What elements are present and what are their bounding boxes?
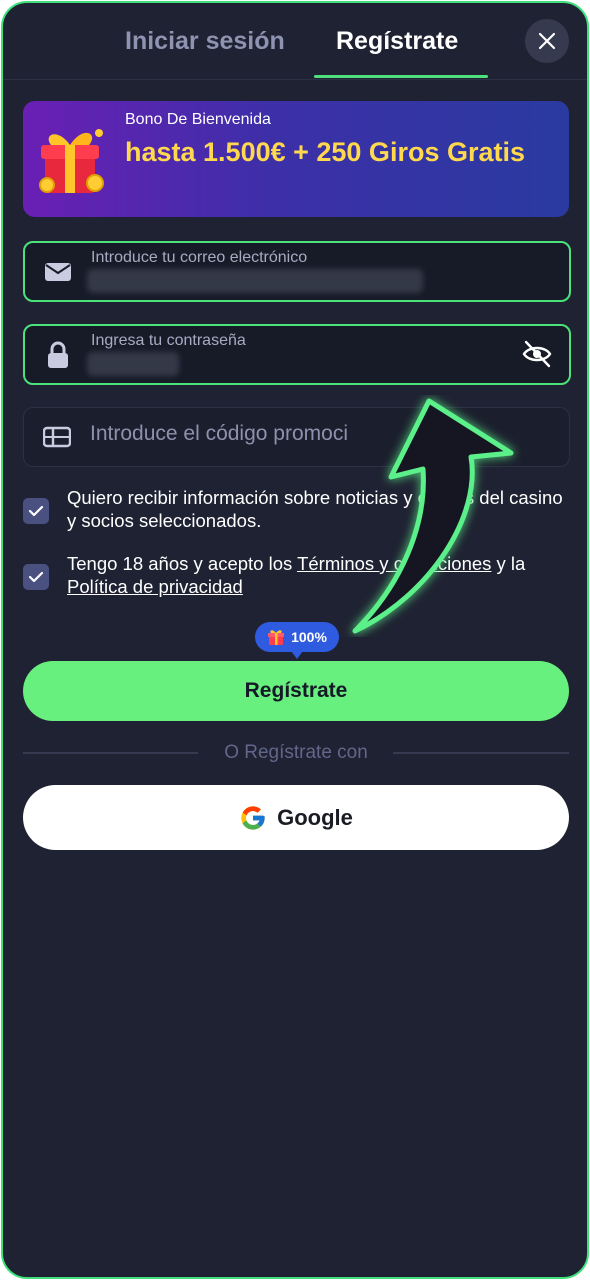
checkmark-icon: [28, 505, 44, 517]
curved-arrow-annotation: [352, 398, 514, 634]
welcome-bonus-banner[interactable]: Bono De Bienvenida hasta 1.500€ + 250 Gi…: [23, 101, 569, 217]
bonus-badge-label: 100%: [291, 629, 327, 645]
auth-tabs: Iniciar sesión Regístrate: [3, 3, 587, 80]
tab-login[interactable]: Iniciar sesión: [125, 23, 285, 59]
checkmark-icon: [28, 571, 44, 583]
banner-title: hasta 1.500€ + 250 Giros Gratis: [125, 137, 525, 167]
password-value-obscured: [87, 352, 179, 376]
close-button[interactable]: [525, 19, 569, 63]
email-value-obscured: [87, 269, 423, 293]
bonus-badge: 100%: [255, 622, 339, 659]
google-button-label: Google: [277, 804, 353, 830]
terms-prefix: Tengo 18 años y acepto los: [67, 553, 298, 574]
google-icon: [241, 805, 265, 830]
tab-register[interactable]: Regístrate: [336, 23, 458, 59]
email-field[interactable]: Introduce tu correo electrónico: [23, 241, 571, 302]
registration-modal: Iniciar sesión Regístrate Bono De Bienve…: [1, 1, 589, 1279]
marketing-checkbox[interactable]: [23, 498, 49, 524]
password-field[interactable]: Ingresa tu contraseña: [23, 324, 571, 385]
close-icon: [538, 32, 556, 50]
register-button[interactable]: Regístrate: [23, 661, 569, 721]
gift-icon: [268, 630, 285, 645]
eye-off-icon[interactable]: [521, 338, 553, 370]
privacy-link[interactable]: Política de privacidad: [67, 576, 243, 597]
lock-icon: [43, 341, 73, 368]
promo-code-placeholder: Introduce el código promoci: [90, 422, 348, 445]
gift-card-icon: [42, 424, 72, 450]
email-label: Introduce tu correo electrónico: [91, 249, 308, 266]
banner-subtitle: Bono De Bienvenida: [125, 111, 271, 128]
terms-checkbox[interactable]: [23, 564, 49, 590]
password-label: Ingresa tu contraseña: [91, 332, 246, 349]
divider-right: [393, 752, 569, 754]
mail-icon: [43, 259, 73, 285]
gift-icon: [39, 129, 104, 193]
active-tab-indicator: [314, 75, 488, 78]
google-signup-button[interactable]: Google: [23, 785, 569, 850]
